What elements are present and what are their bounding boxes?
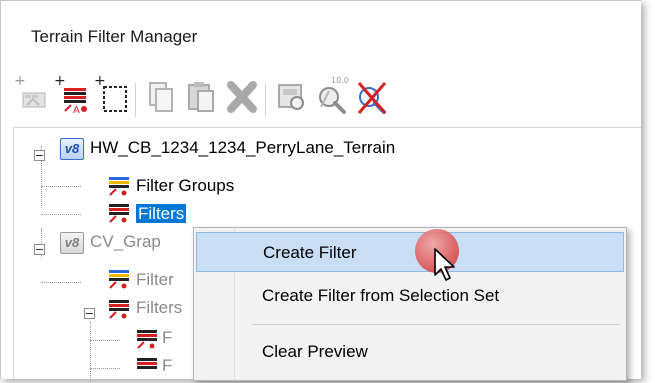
add-filter-group-icon[interactable]: + A <box>53 73 93 121</box>
tree-node-label: HW_CB_1234_1234_PerryLane_Terrain <box>90 138 396 157</box>
menu-item-clear-preview[interactable]: Clear Preview <box>196 332 624 372</box>
tree-node-filter-groups[interactable]: Filter Groups <box>136 174 234 198</box>
tree-connector <box>41 186 81 187</box>
tree-node-filter[interactable]: F <box>162 354 172 378</box>
tree-connector <box>41 214 81 215</box>
preview-icon[interactable] <box>271 73 311 121</box>
svg-text:+: + <box>14 73 26 89</box>
menu-item-create-filter-from-selection[interactable]: Create Filter from Selection Set <box>196 276 624 316</box>
collapse-toggle[interactable] <box>34 244 45 255</box>
terrain-filter-manager-window: Terrain Filter Manager + + A + 10.0 v8 H… <box>0 0 641 382</box>
delete-icon[interactable] <box>221 73 261 121</box>
filter-icon <box>136 328 158 355</box>
paste-icon[interactable] <box>181 73 221 121</box>
filter-icon <box>108 202 130 229</box>
toolbar-separator <box>265 83 266 117</box>
tree-node-terrain[interactable]: CV_Grap <box>90 230 161 254</box>
terrain-model-icon: v8 <box>60 232 84 254</box>
copy-icon[interactable] <box>141 73 181 121</box>
filter-group-icon <box>108 268 130 295</box>
tree-node-label: Filter Groups <box>136 176 235 195</box>
tree-connector <box>90 322 91 382</box>
filter-group-icon <box>108 175 130 202</box>
toolbar-separator <box>135 83 136 117</box>
toolbar: + + A + 10.0 <box>13 73 641 121</box>
tree-connector <box>90 340 120 341</box>
terrain-model-icon: v8 <box>60 138 84 160</box>
clear-preview-icon[interactable] <box>351 73 391 121</box>
tree-node-filter-groups[interactable]: Filter <box>136 268 174 292</box>
filter-icon <box>108 298 130 325</box>
tree-node-terrain[interactable]: HW_CB_1234_1234_PerryLane_Terrain <box>90 136 395 160</box>
collapse-toggle[interactable] <box>34 150 45 161</box>
menu-item-create-filter[interactable]: Create Filter <box>196 232 624 272</box>
tree-node-filters[interactable]: Filters <box>136 296 182 320</box>
tree-node-label: CV_Grap <box>90 232 161 251</box>
add-selection-icon[interactable]: + <box>93 73 133 121</box>
tree-node-label: F <box>162 328 173 347</box>
tree-node-filters[interactable]: Filters <box>136 202 187 226</box>
filter-icon <box>136 356 158 383</box>
svg-text:10.0: 10.0 <box>331 76 349 85</box>
zoom-preview-icon[interactable]: 10.0 <box>311 73 351 121</box>
svg-text:+: + <box>54 73 66 89</box>
window-title: Terrain Filter Manager <box>31 27 198 46</box>
add-terrain-icon[interactable]: + <box>13 73 53 121</box>
svg-text:A: A <box>73 105 80 116</box>
menu-separator <box>252 324 620 325</box>
mouse-cursor-icon <box>433 247 459 288</box>
tree-node-filter[interactable]: F <box>162 326 172 350</box>
tree-connector <box>90 368 120 369</box>
collapse-toggle[interactable] <box>84 308 95 319</box>
tree-node-label: Filters <box>136 204 187 223</box>
context-menu: Create Filter Create Filter from Selecti… <box>193 227 627 381</box>
tree-node-label: F <box>162 356 173 375</box>
tree-node-label: Filters <box>136 298 183 317</box>
tree-connector <box>41 282 81 283</box>
tree-node-label: Filter <box>136 270 174 289</box>
